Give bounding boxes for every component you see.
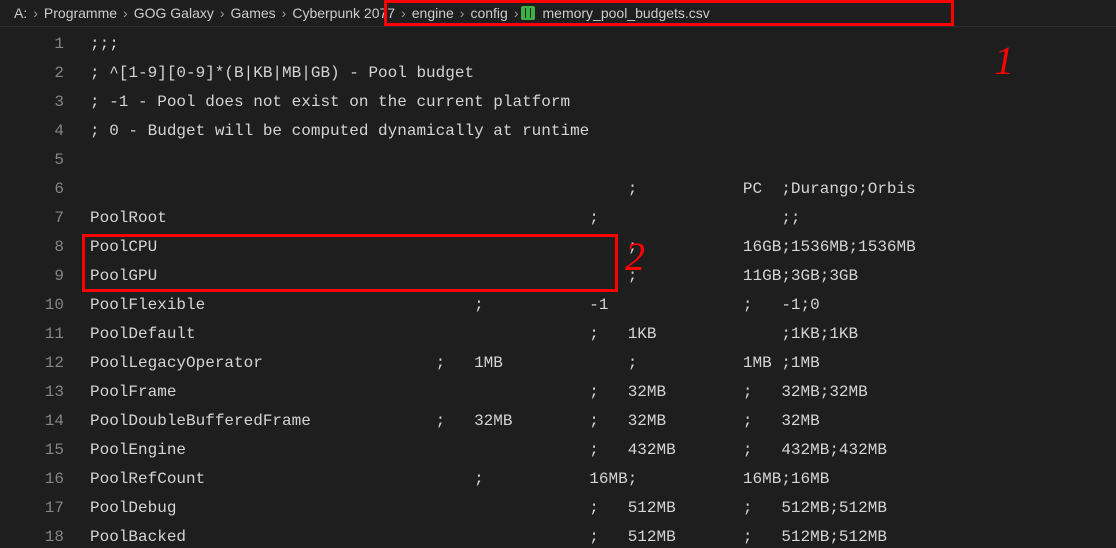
code-line[interactable]: 2; ^[1-9][0-9]*(B|KB|MB|GB) - Pool budge…	[0, 58, 1116, 87]
breadcrumb-segment[interactable]: Games	[227, 5, 280, 21]
code-text: PoolDefault ; 1KB ;1KB;1KB	[90, 325, 858, 343]
code-line[interactable]: 1;;;	[0, 29, 1116, 58]
chevron-right-icon: ›	[218, 5, 227, 21]
code-line[interactable]: 11PoolDefault ; 1KB ;1KB;1KB	[0, 319, 1116, 348]
code-text: ; PC ;Durango;Orbis	[90, 180, 916, 198]
code-line[interactable]: 3; -1 - Pool does not exist on the curre…	[0, 87, 1116, 116]
code-line[interactable]: 14PoolDoubleBufferedFrame ; 32MB ; 32MB …	[0, 406, 1116, 435]
code-text: ;;;	[90, 35, 119, 53]
code-text: ; ^[1-9][0-9]*(B|KB|MB|GB) - Pool budget	[90, 64, 474, 82]
chevron-right-icon: ›	[31, 5, 40, 21]
code-text: PoolCPU ; 16GB;1536MB;1536MB	[90, 238, 916, 256]
line-number: 13	[0, 383, 90, 401]
code-line[interactable]: 4; 0 - Budget will be computed dynamical…	[0, 116, 1116, 145]
breadcrumb-segment[interactable]: config	[466, 5, 511, 21]
line-number: 4	[0, 122, 90, 140]
code-line[interactable]: 5	[0, 145, 1116, 174]
line-number: 9	[0, 267, 90, 285]
chevron-right-icon: ›	[280, 5, 289, 21]
code-text: PoolRefCount ; 16MB; 16MB;16MB	[90, 470, 829, 488]
line-number: 6	[0, 180, 90, 198]
code-text: PoolBacked ; 512MB ; 512MB;512MB	[90, 528, 887, 546]
code-line[interactable]: 12PoolLegacyOperator ; 1MB ; 1MB ;1MB	[0, 348, 1116, 377]
line-number: 3	[0, 93, 90, 111]
line-number: 16	[0, 470, 90, 488]
breadcrumb-file[interactable]: memory_pool_budgets.csv	[539, 5, 714, 21]
line-number: 14	[0, 412, 90, 430]
line-number: 15	[0, 441, 90, 459]
code-editor[interactable]: 1;;;2; ^[1-9][0-9]*(B|KB|MB|GB) - Pool b…	[0, 27, 1116, 548]
code-text: PoolFrame ; 32MB ; 32MB;32MB	[90, 383, 868, 401]
line-number: 1	[0, 35, 90, 53]
code-line[interactable]: 13PoolFrame ; 32MB ; 32MB;32MB	[0, 377, 1116, 406]
chevron-right-icon: ›	[121, 5, 130, 21]
line-number: 7	[0, 209, 90, 227]
line-number: 17	[0, 499, 90, 517]
line-number: 10	[0, 296, 90, 314]
breadcrumb-drive[interactable]: A:	[10, 5, 31, 21]
line-number: 8	[0, 238, 90, 256]
chevron-right-icon: ›	[399, 5, 408, 21]
breadcrumb-segment[interactable]: Cyberpunk 2077	[288, 5, 399, 21]
code-text: ; 0 - Budget will be computed dynamicall…	[90, 122, 589, 140]
breadcrumb-segment[interactable]: GOG Galaxy	[130, 5, 218, 21]
line-number: 18	[0, 528, 90, 546]
chevron-right-icon: ›	[512, 5, 521, 21]
line-number: 5	[0, 151, 90, 169]
csv-file-icon	[521, 6, 535, 20]
code-text: PoolRoot ; ;;	[90, 209, 801, 227]
code-line[interactable]: 7PoolRoot ; ;;	[0, 203, 1116, 232]
code-line[interactable]: 6 ; PC ;Durango;Orbis	[0, 174, 1116, 203]
code-line[interactable]: 10PoolFlexible ; -1 ; -1;0	[0, 290, 1116, 319]
code-line[interactable]: 15PoolEngine ; 432MB ; 432MB;432MB	[0, 435, 1116, 464]
breadcrumb-segment[interactable]: Programme	[40, 5, 121, 21]
code-text: PoolDebug ; 512MB ; 512MB;512MB	[90, 499, 887, 517]
code-text: PoolFlexible ; -1 ; -1;0	[90, 296, 820, 314]
breadcrumb-segment[interactable]: engine	[408, 5, 458, 21]
chevron-right-icon: ›	[458, 5, 467, 21]
code-line[interactable]: 9PoolGPU ; 11GB;3GB;3GB	[0, 261, 1116, 290]
breadcrumb: A: › Programme › GOG Galaxy › Games › Cy…	[0, 0, 1116, 27]
code-line[interactable]: 18PoolBacked ; 512MB ; 512MB;512MB	[0, 522, 1116, 548]
code-line[interactable]: 17PoolDebug ; 512MB ; 512MB;512MB	[0, 493, 1116, 522]
line-number: 12	[0, 354, 90, 372]
line-number: 11	[0, 325, 90, 343]
code-text: PoolLegacyOperator ; 1MB ; 1MB ;1MB	[90, 354, 820, 372]
code-text: PoolEngine ; 432MB ; 432MB;432MB	[90, 441, 887, 459]
code-text: PoolGPU ; 11GB;3GB;3GB	[90, 267, 858, 285]
code-text: ; -1 - Pool does not exist on the curren…	[90, 93, 570, 111]
code-text: PoolDoubleBufferedFrame ; 32MB ; 32MB ; …	[90, 412, 820, 430]
code-line[interactable]: 8PoolCPU ; 16GB;1536MB;1536MB	[0, 232, 1116, 261]
code-line[interactable]: 16PoolRefCount ; 16MB; 16MB;16MB	[0, 464, 1116, 493]
line-number: 2	[0, 64, 90, 82]
